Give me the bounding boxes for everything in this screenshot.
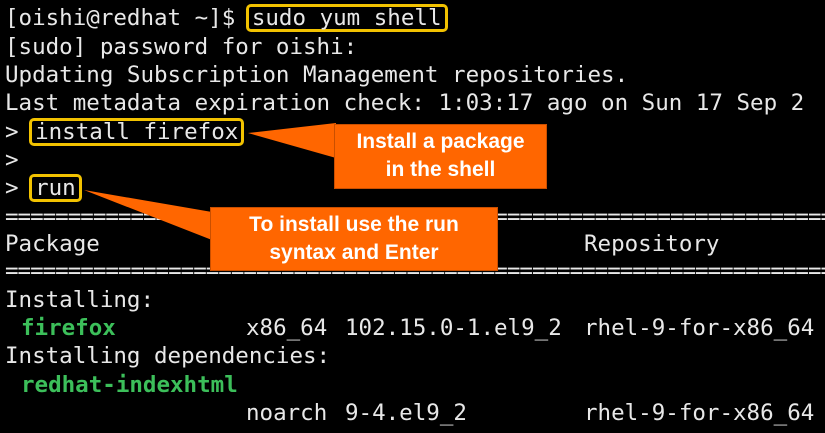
callout1-pointer [248,123,336,158]
callout-run-syntax: To install use the run syntax and Enter [210,207,498,271]
callout2-line1: To install use the run [249,213,459,236]
callout1-line1: Install a package [356,130,525,153]
callout2-pointer [84,190,212,240]
callout-install-package: Install a package in the shell [334,124,547,189]
callout1-line2: in the shell [385,158,496,181]
callout2-line2: syntax and Enter [269,241,439,264]
terminal-window[interactable]: [oishi@redhat ~]$ sudo yum shell [sudo] … [0,0,825,433]
